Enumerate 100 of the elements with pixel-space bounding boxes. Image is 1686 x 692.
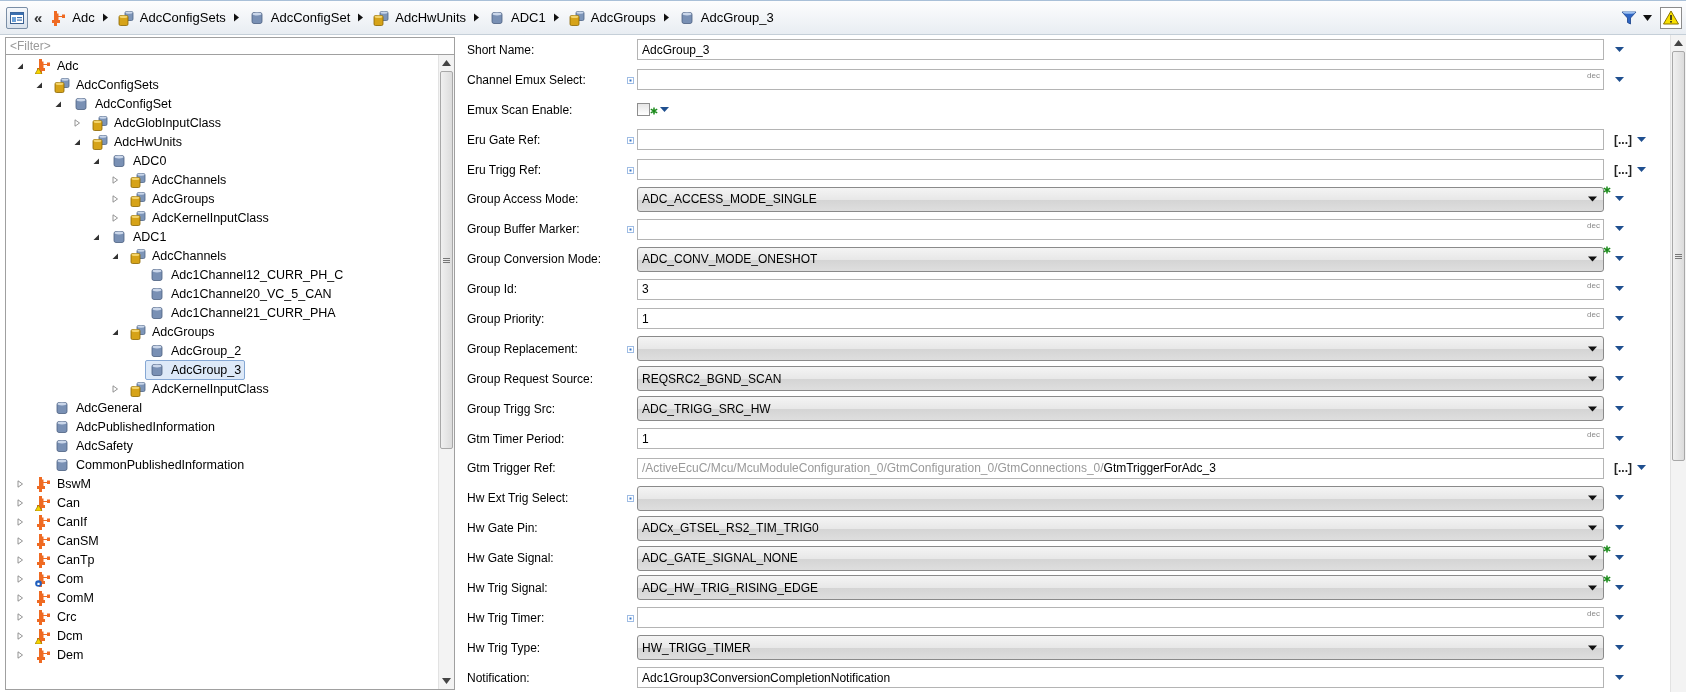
collapsed-arrow-icon[interactable]	[111, 175, 119, 184]
dropdown-arrow-icon[interactable]	[1615, 495, 1624, 502]
dropdown-arrow-icon[interactable]	[1615, 555, 1624, 562]
warning-button[interactable]	[1660, 6, 1682, 29]
text-field[interactable]: 1 dec	[637, 428, 1604, 449]
dropdown-arrow-icon[interactable]	[1615, 345, 1624, 352]
collapsed-arrow-icon[interactable]	[16, 650, 24, 659]
checkbox[interactable]	[637, 103, 650, 117]
filter-icon[interactable]	[1621, 9, 1637, 26]
tree-item[interactable]: AdcGroup_3	[145, 359, 246, 380]
dropdown-arrow-icon[interactable]	[1615, 46, 1624, 53]
tree-item[interactable]: ADC0	[107, 150, 171, 171]
scroll-up-icon[interactable]	[1674, 40, 1683, 46]
expanded-arrow-icon[interactable]	[92, 232, 100, 241]
collapsed-arrow-icon[interactable]	[111, 213, 119, 222]
expanded-arrow-icon[interactable]	[16, 61, 24, 70]
scroll-down-icon[interactable]	[442, 678, 451, 684]
chevron-icon[interactable]	[101, 13, 109, 22]
collapsed-arrow-icon[interactable]	[111, 384, 119, 393]
caret-icon[interactable]	[1643, 14, 1652, 21]
tree-item[interactable]: AdcGroup_2	[145, 340, 246, 361]
dropdown-arrow-icon[interactable]	[1615, 644, 1624, 651]
reference-field[interactable]	[637, 159, 1604, 180]
tree-item[interactable]: Com	[31, 568, 88, 589]
reference-field[interactable]	[637, 129, 1604, 151]
tree-item[interactable]: AdcGeneral	[50, 397, 146, 418]
breadcrumb-item[interactable]: AdcConfigSets	[114, 9, 229, 26]
scrollbar-thumb[interactable]	[440, 71, 453, 449]
breadcrumb-item[interactable]: ADC1	[486, 9, 549, 26]
tree-item[interactable]: AdcSafety	[50, 435, 137, 456]
tree-item[interactable]: Dem	[31, 644, 88, 665]
tree-item[interactable]: AdcKernelInputClass	[126, 207, 273, 228]
expanded-arrow-icon[interactable]	[35, 80, 43, 89]
dropdown[interactable]: ADC_TRIGG_SRC_HW	[637, 396, 1604, 422]
chevron-icon[interactable]	[473, 13, 481, 22]
collapsed-arrow-icon[interactable]	[16, 517, 24, 526]
chevron-icon[interactable]	[552, 13, 560, 22]
text-field[interactable]: AdcGroup_3	[637, 39, 1604, 61]
tree-item[interactable]: CanTp	[31, 549, 99, 570]
tree-item[interactable]: BswM	[31, 473, 96, 494]
browse-button[interactable]: [...]	[1614, 162, 1632, 177]
expanded-arrow-icon[interactable]	[111, 251, 119, 260]
text-field[interactable]: dec	[637, 69, 1604, 91]
dropdown-arrow-icon[interactable]	[660, 106, 669, 113]
browse-button[interactable]: [...]	[1614, 132, 1632, 147]
dropdown[interactable]: REQSRC2_BGND_SCAN	[637, 366, 1604, 392]
dropdown-arrow-icon[interactable]	[1615, 76, 1624, 83]
collapsed-arrow-icon[interactable]	[16, 555, 24, 564]
collapsed-arrow-icon[interactable]	[73, 118, 81, 127]
chevron-icon[interactable]	[357, 13, 365, 22]
dropdown-arrow-icon[interactable]	[1615, 196, 1624, 203]
tree-item[interactable]: Adc1Channel20_VC_5_CAN	[145, 283, 336, 304]
dropdown[interactable]: HW_TRIGG_TIMER	[637, 635, 1604, 661]
tree-item[interactable]: AdcConfigSets	[50, 74, 163, 95]
tree-item[interactable]: AdcHwUnits	[88, 131, 187, 152]
tree-item[interactable]: ADC1	[107, 226, 171, 247]
filter-field[interactable]: <Filter>	[6, 38, 454, 55]
collapsed-arrow-icon[interactable]	[16, 612, 24, 621]
dropdown-arrow-icon[interactable]	[1615, 674, 1624, 681]
dropdown-arrow-icon[interactable]	[1615, 614, 1624, 621]
tree-item[interactable]: AdcConfigSet	[69, 93, 176, 114]
tree-item[interactable]: Adc1Channel12_CURR_PH_C	[145, 264, 348, 285]
dropdown-arrow-icon[interactable]	[1637, 166, 1646, 173]
breadcrumb-item[interactable]: AdcHwUnits	[370, 9, 470, 26]
text-field[interactable]: 1 dec	[637, 308, 1604, 330]
dropdown[interactable]: ADC_HW_TRIG_RISING_EDGE	[637, 575, 1604, 601]
dropdown-arrow-icon[interactable]	[1615, 256, 1624, 263]
view-menu-button[interactable]	[6, 6, 28, 29]
dropdown[interactable]: ADCx_GTSEL_RS2_TIM_TRIG0	[637, 515, 1604, 541]
breadcrumb-item[interactable]: Adc	[47, 9, 98, 26]
dropdown-arrow-icon[interactable]	[1615, 286, 1624, 293]
breadcrumb-item[interactable]: AdcGroup_3	[675, 9, 777, 26]
dropdown-arrow-icon[interactable]	[1615, 584, 1624, 591]
text-field[interactable]: Adc1Group3ConversionCompletionNotification	[637, 667, 1604, 689]
collapsed-arrow-icon[interactable]	[111, 194, 119, 203]
text-field[interactable]: dec	[637, 218, 1604, 240]
dropdown[interactable]	[637, 336, 1604, 362]
tree-item[interactable]: AdcChannels	[126, 169, 231, 190]
tree-item[interactable]: AdcChannels	[126, 245, 231, 266]
tree-item[interactable]: AdcKernelInputClass	[126, 378, 273, 399]
expanded-arrow-icon[interactable]	[54, 99, 62, 108]
tree-item[interactable]: Adc	[31, 55, 83, 76]
dropdown-arrow-icon[interactable]	[1615, 226, 1624, 233]
dropdown[interactable]: ADC_CONV_MODE_ONESHOT	[637, 246, 1604, 272]
dropdown-arrow-icon[interactable]	[1615, 315, 1624, 322]
tree-item[interactable]: AdcGlobInputClass	[88, 112, 225, 133]
scroll-up-icon[interactable]	[442, 60, 451, 66]
dropdown-arrow-icon[interactable]	[1615, 435, 1624, 442]
expanded-arrow-icon[interactable]	[73, 137, 81, 146]
collapsed-arrow-icon[interactable]	[16, 593, 24, 602]
text-field[interactable]: dec	[637, 607, 1604, 629]
collapsed-arrow-icon[interactable]	[16, 479, 24, 488]
tree-item[interactable]: Crc	[31, 606, 81, 627]
dropdown[interactable]: ADC_ACCESS_MODE_SINGLE	[637, 186, 1604, 212]
dropdown-arrow-icon[interactable]	[1615, 405, 1624, 412]
tree-item[interactable]: Adc1Channel21_CURR_PHA	[145, 302, 340, 323]
collapsed-arrow-icon[interactable]	[16, 631, 24, 640]
chevron-icon[interactable]	[232, 13, 240, 22]
reference-field[interactable]: /ActiveEcuC/Mcu/McuModuleConfiguration_0/GtmConfiguration_0/GtmConnections_0/GtmTriggerForAdc_3	[637, 457, 1604, 479]
tree-item[interactable]: Dcm	[31, 625, 87, 646]
